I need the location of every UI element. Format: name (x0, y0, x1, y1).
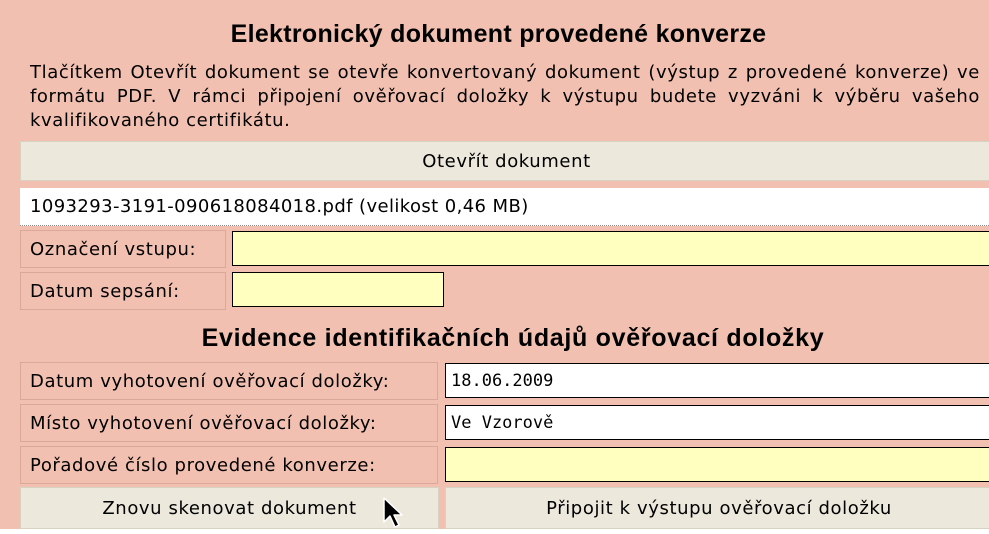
input-designation-label: Označení vstupu: (20, 230, 226, 268)
section-title-document: Elektronický dokument provedené konverze (230, 20, 767, 48)
instructions-text: Tlačítkem Otevřít dokument se otevře kon… (30, 62, 980, 131)
verification-date-field[interactable]: 18.06.2009 (445, 363, 989, 398)
file-info: 1093293-3191-090618084018.pdf (velikost … (20, 188, 989, 226)
date-written-label: Datum sepsání: (20, 272, 226, 310)
conversion-number-label: Pořadové číslo provedené konverze: (20, 446, 438, 484)
conversion-number-field[interactable] (445, 447, 989, 482)
verification-place-field[interactable]: Ve Vzorově (445, 405, 989, 440)
input-designation-field[interactable] (232, 231, 989, 266)
open-document-button[interactable]: Otevřít dokument (20, 141, 989, 181)
date-written-field[interactable] (232, 272, 444, 307)
verification-place-label: Místo vyhotovení ověřovací doložky: (20, 404, 438, 442)
verification-date-label: Datum vyhotovení ověřovací doložky: (20, 362, 438, 400)
attach-verification-button[interactable]: Připojit k výstupu ověřovací doložku (445, 487, 989, 529)
rescan-document-button[interactable]: Znovu skenovat dokument (20, 487, 439, 529)
conversion-form: Elektronický dokument provedené konverze… (0, 0, 989, 529)
section-title-verification: Evidence identifikačních údajů ověřovací… (201, 324, 825, 352)
